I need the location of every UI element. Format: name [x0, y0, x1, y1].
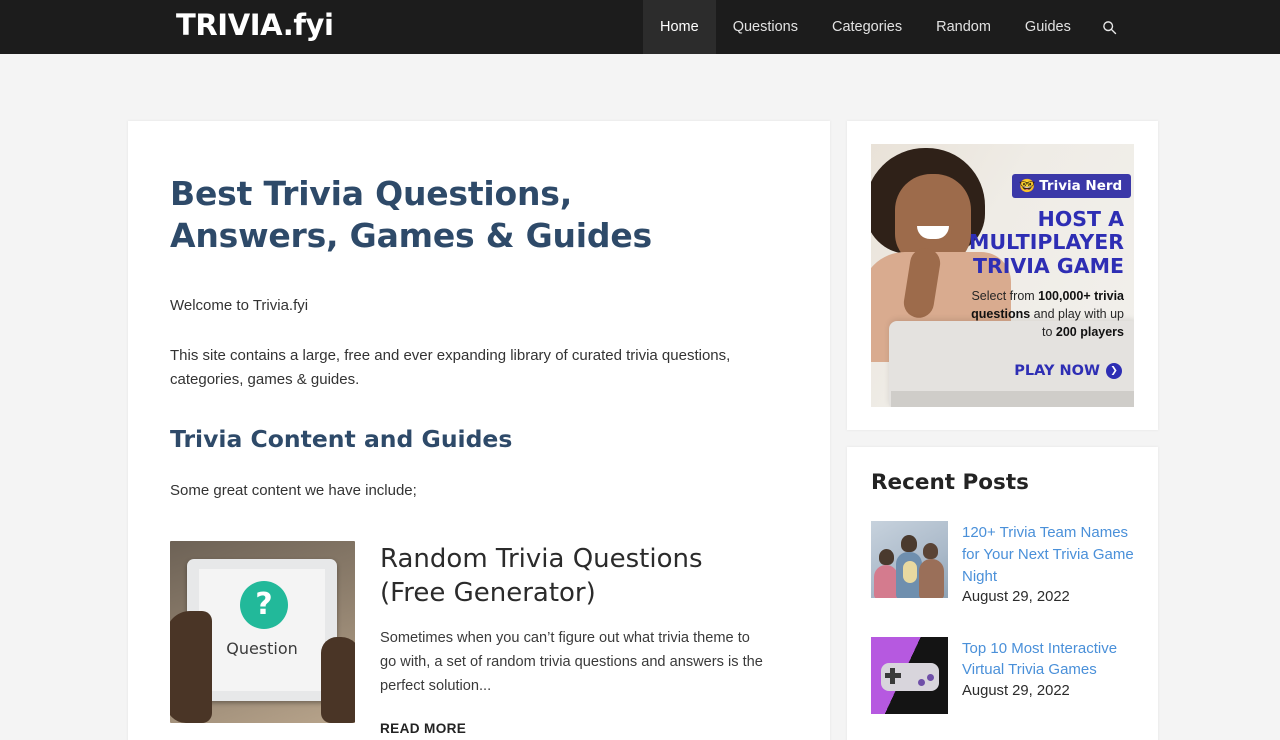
main-navigation: Home Questions Categories Random Guides	[643, 0, 1132, 54]
play-now-button[interactable]: PLAY NOW ❯	[1014, 363, 1122, 379]
page-body: Best Trivia Questions, Answers, Games & …	[0, 54, 1280, 740]
recent-post-date: August 29, 2022	[962, 589, 1070, 606]
gamepad-dpad-shape	[885, 672, 901, 678]
ad-subtext: Select from 100,000+ trivia questions an…	[964, 288, 1124, 342]
ad-sub-prefix: Select from	[971, 289, 1039, 303]
gamepad-button-shape	[927, 673, 934, 681]
advertisement-card: 🤓 Trivia Nerd HOST A MULTIPLAYER TRIVIA …	[847, 121, 1158, 430]
recent-post-item: 120+ Trivia Team Names for Your Next Tri…	[871, 521, 1134, 609]
tablet-inner-screen: ? Question	[199, 569, 325, 692]
play-now-label: PLAY NOW	[1014, 363, 1100, 379]
nav-item-guides[interactable]: Guides	[1008, 0, 1088, 54]
sidebar: 🤓 Trivia Nerd HOST A MULTIPLAYER TRIVIA …	[847, 121, 1158, 740]
person-head-shape	[901, 535, 917, 552]
person-head-shape	[923, 543, 938, 559]
site-logo[interactable]: TRIVIA.fyi	[176, 8, 334, 42]
article-excerpt: Sometimes when you can’t figure out what…	[380, 630, 763, 694]
recent-post-date: August 29, 2022	[962, 683, 1070, 700]
gamepad-button-shape	[918, 678, 925, 686]
post-thumbnail-gamepad[interactable]	[871, 636, 948, 714]
ad-brand-badge: 🤓 Trivia Nerd	[1012, 174, 1132, 198]
article-thumbnail-tablet[interactable]: ? Question	[170, 541, 355, 724]
article-body: Random Trivia Questions (Free Generator)…	[380, 541, 770, 738]
post-thumbnail-party[interactable]	[871, 521, 948, 598]
trivia-nerd-ad-banner[interactable]: 🤓 Trivia Nerd HOST A MULTIPLAYER TRIVIA …	[871, 144, 1134, 407]
main-content-card: Best Trivia Questions, Answers, Games & …	[128, 121, 830, 740]
person-head-shape	[879, 549, 894, 565]
person-body-shape	[919, 559, 944, 598]
page-title: Best Trivia Questions, Answers, Games & …	[170, 174, 652, 255]
nav-label: Guides	[1024, 19, 1071, 35]
section-heading: Trivia Content and Guides	[170, 424, 513, 453]
section-lead: Some great content we have include;	[170, 481, 417, 499]
thumbnail-caption: Question	[226, 639, 298, 659]
ad-sub-bold-players: 200 players	[1055, 324, 1124, 339]
hand-shape-left	[170, 611, 212, 724]
nav-label: Categories	[831, 19, 903, 35]
recent-posts-card: Recent Posts 120+ Trivia Team Names for …	[847, 447, 1158, 740]
recent-post-text: 120+ Trivia Team Names for Your Next Tri…	[962, 521, 1134, 609]
highlight-shape	[903, 561, 917, 583]
recent-posts-title: Recent Posts	[871, 470, 1029, 495]
nav-item-questions[interactable]: Questions	[716, 0, 815, 54]
arrow-right-icon: ❯	[1106, 363, 1122, 379]
nav-item-home[interactable]: Home	[643, 0, 716, 54]
hand-shape-right	[321, 637, 355, 724]
recent-post-link[interactable]: 120+ Trivia Team Names for Your Next Tri…	[962, 522, 1134, 587]
read-more-link[interactable]: READ MORE	[380, 721, 466, 736]
recent-post-link[interactable]: Top 10 Most Interactive Virtual Trivia G…	[962, 638, 1134, 682]
nav-label: Random	[936, 19, 991, 35]
article-title[interactable]: Random Trivia Questions (Free Generator)	[380, 543, 770, 610]
article-item: ? Question Random Trivia Questions (Free…	[170, 529, 770, 738]
nav-item-random[interactable]: Random	[919, 0, 1008, 54]
intro-paragraph-2: This site contains a large, free and eve…	[170, 347, 731, 388]
question-mark-icon: ?	[240, 581, 288, 630]
search-icon[interactable]	[1088, 0, 1132, 54]
nav-label: Home	[660, 19, 699, 35]
nav-label: Questions	[732, 19, 798, 35]
ad-badge-label: Trivia Nerd	[1039, 178, 1123, 194]
site-header: TRIVIA.fyi Home Questions Categories Ran…	[0, 0, 1280, 54]
intro-paragraph-1: Welcome to Trivia.fyi	[170, 297, 309, 315]
recent-post-item: Top 10 Most Interactive Virtual Trivia G…	[871, 636, 1134, 714]
nav-item-categories[interactable]: Categories	[815, 0, 919, 54]
nerd-face-icon: 🤓	[1019, 178, 1036, 194]
person-body-shape	[874, 565, 898, 598]
recent-post-text: Top 10 Most Interactive Virtual Trivia G…	[962, 637, 1134, 714]
ad-headline: HOST A MULTIPLAYER TRIVIA GAME	[969, 207, 1124, 278]
ad-laptop-base-shape	[891, 391, 1134, 407]
